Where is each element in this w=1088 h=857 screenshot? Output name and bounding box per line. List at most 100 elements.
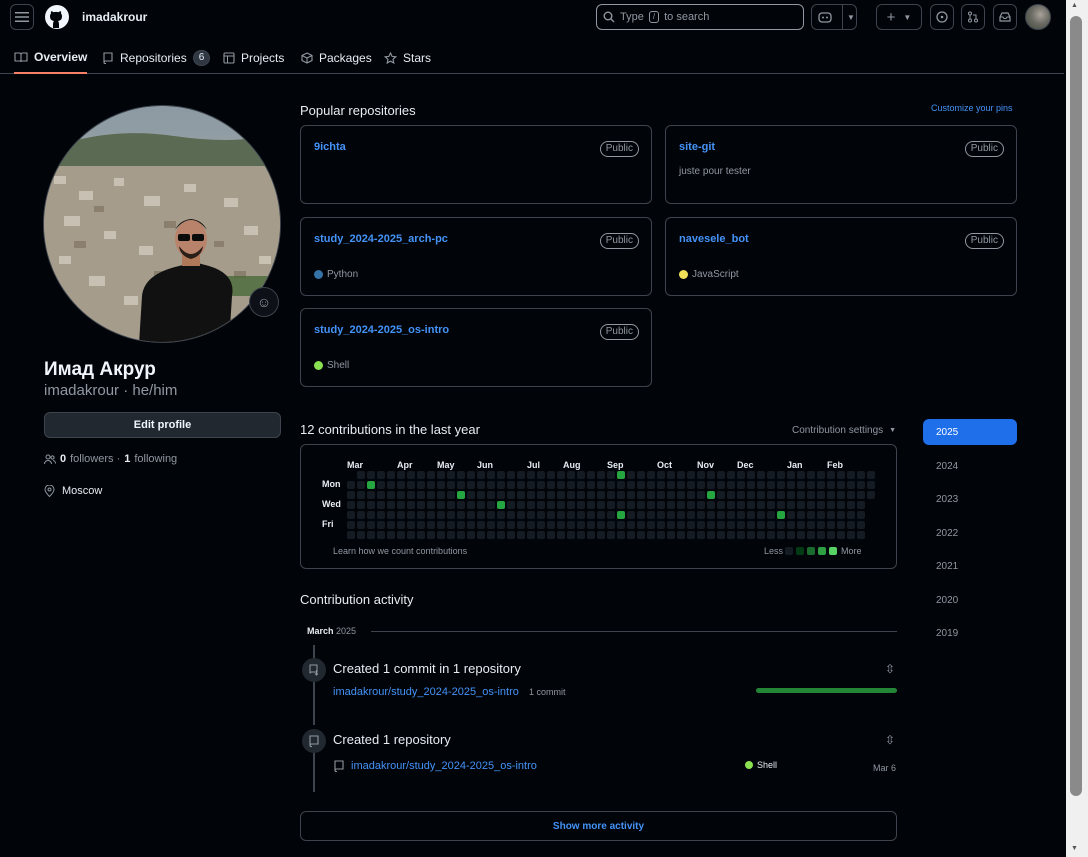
contribution-day[interactable] [627, 521, 635, 529]
contribution-day[interactable] [857, 531, 865, 539]
contribution-day[interactable] [447, 491, 455, 499]
contribution-day[interactable] [507, 511, 515, 519]
contribution-day[interactable] [467, 501, 475, 509]
contribution-day[interactable] [797, 471, 805, 479]
contribution-day[interactable] [707, 491, 715, 499]
year-2020[interactable]: 2020 [923, 587, 1017, 613]
contribution-day[interactable] [477, 511, 485, 519]
contribution-day[interactable] [697, 521, 705, 529]
contribution-day[interactable] [857, 511, 865, 519]
contribution-day[interactable] [517, 521, 525, 529]
contribution-day[interactable] [507, 491, 515, 499]
contribution-day[interactable] [777, 511, 785, 519]
year-2022[interactable]: 2022 [923, 520, 1017, 546]
contribution-day[interactable] [487, 481, 495, 489]
contribution-day[interactable] [397, 471, 405, 479]
contribution-day[interactable] [767, 471, 775, 479]
contribution-day[interactable] [407, 481, 415, 489]
contribution-day[interactable] [757, 481, 765, 489]
contribution-day[interactable] [447, 481, 455, 489]
menu-icon[interactable] [10, 4, 34, 30]
contribution-day[interactable] [767, 481, 775, 489]
contribution-day[interactable] [347, 481, 355, 489]
contribution-day[interactable] [667, 501, 675, 509]
contribution-day[interactable] [817, 481, 825, 489]
contribution-day[interactable] [417, 511, 425, 519]
contribution-day[interactable] [607, 521, 615, 529]
contribution-day[interactable] [697, 471, 705, 479]
contribution-day[interactable] [687, 501, 695, 509]
contribution-day[interactable] [707, 521, 715, 529]
repo-name-link[interactable]: study_2024-2025_arch-pc [314, 233, 448, 245]
contribution-day[interactable] [547, 481, 555, 489]
contribution-day[interactable] [487, 491, 495, 499]
contribution-day[interactable] [857, 501, 865, 509]
contribution-day[interactable] [637, 531, 645, 539]
contribution-day[interactable] [527, 521, 535, 529]
contribution-day[interactable] [577, 531, 585, 539]
contribution-day[interactable] [347, 491, 355, 499]
contribution-day[interactable] [367, 521, 375, 529]
contribution-day[interactable] [827, 491, 835, 499]
contribution-day[interactable] [467, 481, 475, 489]
profile-avatar[interactable] [43, 105, 281, 343]
contribution-day[interactable] [407, 501, 415, 509]
contribution-day[interactable] [427, 531, 435, 539]
contribution-day[interactable] [367, 531, 375, 539]
github-logo-icon[interactable] [45, 5, 69, 32]
contribution-day[interactable] [627, 491, 635, 499]
contribution-day[interactable] [807, 521, 815, 529]
repo-name-link[interactable]: navesele_bot [679, 233, 749, 245]
contribution-day[interactable] [757, 511, 765, 519]
contribution-day[interactable] [867, 471, 875, 479]
contribution-day[interactable] [827, 511, 835, 519]
contribution-day[interactable] [737, 521, 745, 529]
contribution-day[interactable] [397, 481, 405, 489]
contribution-day[interactable] [677, 521, 685, 529]
contribution-day[interactable] [597, 511, 605, 519]
contribution-day[interactable] [817, 491, 825, 499]
contribution-day[interactable] [617, 511, 625, 519]
contribution-day[interactable] [497, 521, 505, 529]
contribution-day[interactable] [797, 491, 805, 499]
contribution-day[interactable] [577, 511, 585, 519]
contribution-day[interactable] [727, 511, 735, 519]
contribution-day[interactable] [537, 501, 545, 509]
following-count[interactable]: 1 [124, 453, 130, 465]
contribution-day[interactable] [387, 491, 395, 499]
contribution-day[interactable] [817, 521, 825, 529]
contribution-day[interactable] [737, 501, 745, 509]
contribution-day[interactable] [587, 501, 595, 509]
contribution-day[interactable] [537, 531, 545, 539]
contribution-day[interactable] [437, 531, 445, 539]
contribution-settings-button[interactable]: Contribution settings ▼ [792, 425, 896, 437]
contribution-day[interactable] [367, 501, 375, 509]
contribution-day[interactable] [677, 501, 685, 509]
learn-contributions-link[interactable]: Learn how we count contributions [333, 546, 467, 556]
contribution-day[interactable] [787, 521, 795, 529]
contribution-day[interactable] [627, 501, 635, 509]
contribution-day[interactable] [417, 531, 425, 539]
contribution-day[interactable] [837, 481, 845, 489]
contribution-day[interactable] [837, 511, 845, 519]
contribution-day[interactable] [427, 511, 435, 519]
contribution-day[interactable] [517, 501, 525, 509]
contribution-day[interactable] [377, 531, 385, 539]
contribution-day[interactable] [407, 491, 415, 499]
contribution-day[interactable] [477, 481, 485, 489]
contribution-day[interactable] [807, 491, 815, 499]
contribution-day[interactable] [657, 491, 665, 499]
contribution-day[interactable] [847, 521, 855, 529]
contribution-day[interactable] [677, 471, 685, 479]
contribution-day[interactable] [677, 491, 685, 499]
contribution-day[interactable] [537, 471, 545, 479]
contribution-day[interactable] [807, 471, 815, 479]
contribution-day[interactable] [747, 491, 755, 499]
contribution-day[interactable] [657, 501, 665, 509]
contribution-day[interactable] [447, 521, 455, 529]
contribution-day[interactable] [657, 481, 665, 489]
contribution-day[interactable] [707, 471, 715, 479]
contribution-day[interactable] [627, 511, 635, 519]
contribution-day[interactable] [647, 511, 655, 519]
contribution-day[interactable] [377, 521, 385, 529]
